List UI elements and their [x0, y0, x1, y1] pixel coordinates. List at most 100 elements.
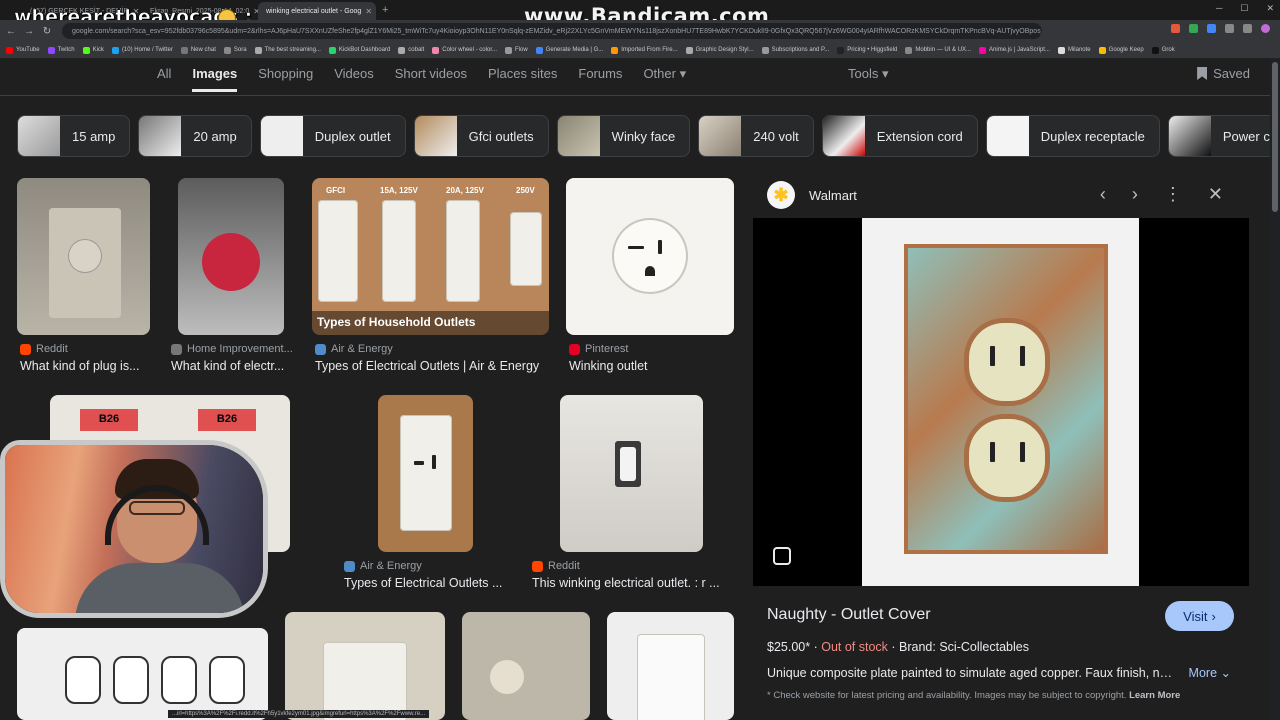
chip-gfci-outlets[interactable]: Gfci outlets [413, 115, 549, 157]
outlet-slot [990, 346, 995, 366]
page-scrollbar[interactable] [1270, 58, 1280, 720]
chip-15-amp[interactable]: 15 amp [17, 115, 131, 157]
bookmark-item[interactable]: Color wheel - color... [432, 46, 497, 54]
result-caption[interactable]: Winking outlet [569, 359, 734, 373]
result-image[interactable] [285, 612, 445, 720]
tab-images[interactable]: Images [192, 66, 238, 92]
panel-source[interactable]: Walmart [809, 188, 857, 203]
result-image[interactable] [566, 178, 734, 335]
result-caption[interactable]: Types of Electrical Outlets ... [344, 576, 514, 590]
preview-image[interactable] [862, 218, 1139, 586]
bookmark-item[interactable]: (10) Home / Twitter [111, 46, 173, 54]
bookmark-item[interactable]: New chat [180, 46, 216, 54]
chip-duplex-receptacle[interactable]: Duplex receptacle [985, 115, 1160, 157]
source-name: Reddit [548, 560, 580, 572]
minimize-icon[interactable]: ─ [1216, 3, 1222, 14]
chip-20-amp[interactable]: 20 amp [138, 115, 252, 157]
tools-menu[interactable]: Tools ▾ [848, 66, 889, 82]
tab-places-sites[interactable]: Places sites [488, 66, 557, 92]
chip-240-volt[interactable]: 240 volt [698, 115, 814, 157]
result-image[interactable] [462, 612, 590, 720]
outlet-250v [510, 212, 542, 286]
tab-other[interactable]: Other ▾ [643, 66, 686, 92]
outlet-15a [382, 200, 416, 302]
bookmark-label: Color wheel - color... [442, 47, 497, 53]
tab-short-videos[interactable]: Short videos [395, 66, 467, 92]
bookmark-item[interactable]: Mobbin — UI & UX... [905, 46, 971, 54]
url-field[interactable]: google.com/search?sca_esv=952fdb03796c58… [62, 23, 1042, 39]
bookmark-item[interactable]: Graphic Design Styl... [685, 46, 754, 54]
result-image[interactable] [560, 395, 703, 552]
tab-shopping[interactable]: Shopping [258, 66, 313, 92]
more-options-icon[interactable]: ⋮ [1164, 184, 1182, 205]
extension-icon[interactable] [1225, 24, 1234, 33]
chevron-down-icon: ⌄ [1220, 666, 1231, 680]
panel-title[interactable]: Naughty - Outlet Cover [767, 606, 931, 624]
previous-icon[interactable]: ‹ [1100, 184, 1106, 205]
more-label: More [1188, 666, 1218, 680]
extension-icon[interactable] [1207, 24, 1216, 33]
chip-thumbnail [1168, 116, 1211, 156]
outlet-plate [637, 634, 705, 720]
download-icon[interactable] [1243, 24, 1252, 33]
tab-all[interactable]: All [157, 66, 171, 92]
result-source: Air & Energy [315, 343, 393, 355]
bookmark-item[interactable]: Flow [505, 46, 528, 54]
next-icon[interactable]: › [1132, 184, 1138, 205]
bookmark-label: Sora [233, 47, 247, 53]
result-caption[interactable]: This winking electrical outlet. : r ... [532, 576, 732, 590]
result-image[interactable] [17, 178, 150, 335]
chip-winky-face[interactable]: Winky face [556, 115, 691, 157]
result-caption[interactable]: What kind of electr... [171, 359, 291, 373]
result-image[interactable] [17, 628, 268, 720]
close-icon[interactable]: ✕ [365, 7, 372, 16]
chip-power-cord[interactable]: Power cord [1167, 115, 1280, 157]
chip-duplex-outlet[interactable]: Duplex outlet [259, 115, 406, 157]
bookmark-item[interactable]: Generate Media | G... [535, 46, 603, 54]
close-icon[interactable]: ✕ [1208, 184, 1223, 205]
bookmark-item[interactable]: Grok [1151, 46, 1175, 54]
bookmark-item[interactable]: Imported From Fire... [611, 46, 678, 54]
forward-icon[interactable]: → [22, 26, 36, 37]
more-button[interactable]: More ⌄ [1189, 665, 1231, 680]
chip-extension-cord[interactable]: Extension cord [821, 115, 978, 157]
bookmark-item[interactable]: Pricing • Higgsfield [837, 46, 897, 54]
scrollbar-thumb[interactable] [1272, 62, 1278, 212]
bookmark-item[interactable]: Milanote [1057, 46, 1091, 54]
tab-videos[interactable]: Videos [334, 66, 374, 92]
tab-forums[interactable]: Forums [578, 66, 622, 92]
browser-tab-active[interactable]: winking electrical outlet - Goog ✕ [258, 2, 376, 20]
result-caption[interactable]: Types of Electrical Outlets | Air & Ener… [315, 359, 555, 373]
close-window-icon[interactable]: ✕ [1266, 3, 1274, 14]
bookmark-item[interactable]: The best streaming... [254, 46, 321, 54]
reload-icon[interactable]: ↻ [40, 26, 54, 37]
visit-button[interactable]: Visit › [1165, 601, 1234, 631]
profile-avatar[interactable] [1261, 24, 1270, 33]
bookmark-favicon-icon [82, 46, 90, 54]
bookmark-item[interactable]: Subscriptions and P... [761, 46, 829, 54]
price: $25.00* [767, 640, 811, 654]
extension-icon[interactable] [1171, 24, 1180, 33]
bookmark-item[interactable]: Anime.js | JavaScript... [979, 46, 1050, 54]
result-image[interactable] [178, 178, 284, 335]
dropdown-arrow-icon: ▾ [679, 66, 687, 81]
search-results-page: All Images Shopping Videos Short videos … [0, 58, 1280, 720]
maximize-icon[interactable]: ☐ [1240, 3, 1248, 14]
bookmark-item[interactable]: Google Keep [1098, 46, 1144, 54]
bookmark-item[interactable]: Sora [223, 46, 247, 54]
new-tab-icon[interactable]: + [382, 4, 388, 16]
bookmark-item[interactable]: YouTube [6, 46, 40, 54]
bookmark-item[interactable]: Twitch [47, 46, 75, 54]
bookmark-item[interactable]: Kick [82, 46, 104, 54]
back-icon[interactable]: ← [4, 26, 18, 37]
result-image[interactable] [607, 612, 734, 720]
extension-icon[interactable] [1189, 24, 1198, 33]
learn-more-link[interactable]: Learn More [1129, 690, 1180, 701]
bookmark-item[interactable]: cobalt [398, 46, 424, 54]
result-caption[interactable]: What kind of plug is... [20, 359, 150, 373]
google-lens-icon[interactable] [773, 547, 791, 565]
bookmark-item[interactable]: KickBot Dashboard [328, 46, 390, 54]
result-image[interactable]: GFCI 15A, 125V 20A, 125V 250V Types of H… [312, 178, 549, 335]
saved-button[interactable]: Saved [1197, 66, 1250, 81]
result-image[interactable] [378, 395, 473, 552]
